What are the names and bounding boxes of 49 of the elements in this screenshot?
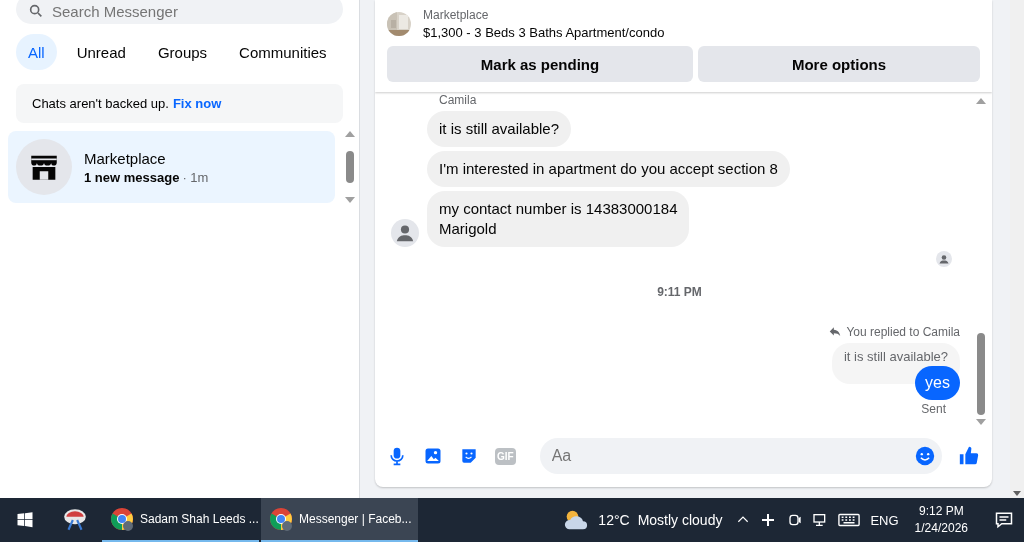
- input-language[interactable]: ENG: [870, 512, 899, 528]
- timestamp: 9:11 PM: [657, 285, 702, 299]
- sticker-icon[interactable]: [459, 446, 479, 466]
- message-input[interactable]: Aa: [539, 438, 942, 474]
- task-label: Sadam Shah Leeds ...: [140, 512, 259, 526]
- temperature: 12°C: [598, 512, 630, 528]
- message-bubble: yes: [915, 366, 960, 400]
- seen-avatar-icon: [936, 251, 952, 267]
- sent-status: Sent: [921, 402, 946, 416]
- microphone-icon[interactable]: [387, 446, 407, 466]
- filter-tab[interactable]: All: [16, 34, 57, 70]
- notification-icon: [995, 511, 1013, 529]
- task-label: Messenger | Faceb...: [299, 512, 412, 526]
- browser-icon: [110, 507, 134, 531]
- windows-logo-icon: [16, 511, 34, 529]
- filter-tab[interactable]: Groups: [145, 34, 220, 70]
- clock[interactable]: 9:12 PM 1/24/2026: [914, 503, 968, 537]
- conversation-name: Marketplace: [84, 149, 167, 167]
- filter-tab[interactable]: Communities: [227, 34, 339, 70]
- message-preview: 1 new message: [84, 169, 180, 185]
- weather-condition: Mostly cloudy: [637, 512, 723, 528]
- scrollbar[interactable]: [343, 131, 357, 203]
- action-button[interactable]: More options: [698, 46, 980, 82]
- clock-time: 9:12 PM: [917, 503, 965, 520]
- camera-icon[interactable]: [786, 512, 803, 528]
- message-time: · 1m: [182, 169, 209, 185]
- search-icon: [28, 3, 44, 19]
- message-bubble: it is still available?: [427, 111, 572, 147]
- listing-title[interactable]: $1,300 - 3 Beds 3 Baths Apartment/condo: [423, 25, 665, 40]
- conversation-item[interactable]: Marketplace 1 new message · 1m: [8, 131, 335, 203]
- search-field[interactable]: Search Messenger: [16, 0, 343, 24]
- fix-now-link[interactable]: Fix now: [172, 96, 222, 111]
- clock-date: 1/24/2026: [914, 520, 968, 537]
- emoji-icon[interactable]: [914, 445, 936, 467]
- message-bubble: my contact number is 14383000184 Marigold: [427, 191, 690, 247]
- umbrella-app-icon: [62, 507, 88, 533]
- photo-icon[interactable]: [423, 446, 443, 466]
- plus-icon[interactable]: [760, 512, 777, 528]
- thumbs-up-icon[interactable]: [958, 445, 980, 467]
- action-button[interactable]: Mark as pending: [387, 46, 693, 82]
- taskbar-task[interactable]: Messenger | Faceb...: [261, 498, 418, 542]
- browser-icon: [269, 507, 293, 531]
- sender-name: Camila: [439, 93, 477, 107]
- listing-label: Marketplace: [423, 8, 490, 22]
- notice-text: Chats aren't backed up.: [32, 96, 169, 111]
- message-bubble: I'm interested in apartment do you accept section 8: [427, 151, 790, 187]
- filter-tab[interactable]: Unread: [64, 34, 138, 70]
- taskbar-task[interactable]: Sadam Shah Leeds ...: [102, 498, 259, 542]
- reply-note: You replied to Camila: [846, 325, 960, 339]
